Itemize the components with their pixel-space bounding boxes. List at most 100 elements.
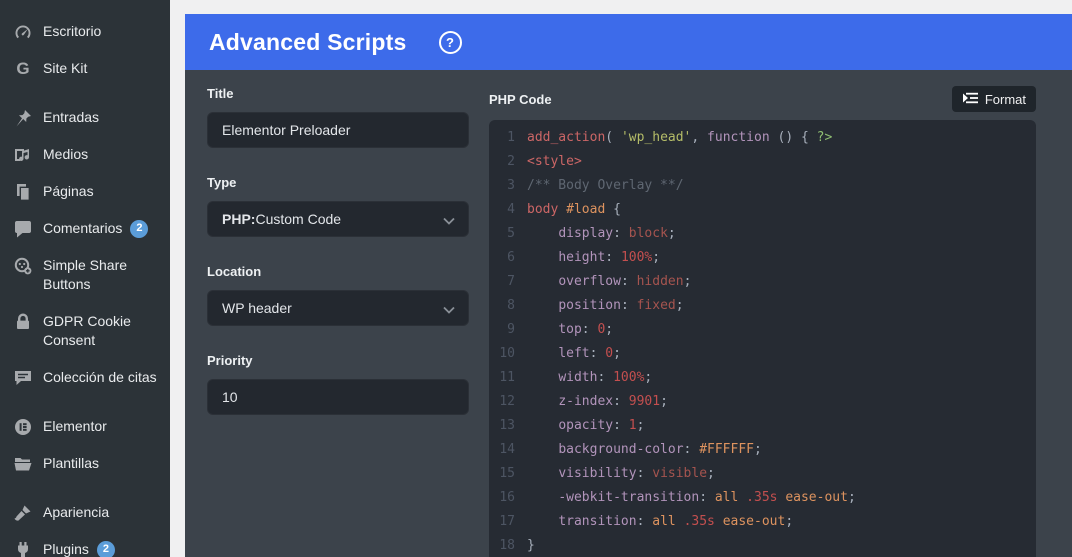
script-settings-form: Title Type PHP: Custom Code Location WP … <box>207 86 469 557</box>
php-code-label: PHP Code <box>489 91 552 107</box>
code-line: 14 background-color: #FFFFFF; <box>489 438 1036 462</box>
page-title: Advanced Scripts <box>209 28 407 55</box>
line-number: 2 <box>507 154 515 169</box>
code-line-content: z-index: 9901; <box>558 394 668 409</box>
panel-header: Advanced Scripts ? <box>185 14 1072 70</box>
line-number: 15 <box>499 466 515 481</box>
pages-icon <box>13 182 33 201</box>
plug-icon <box>13 540 33 557</box>
priority-input[interactable] <box>207 379 469 415</box>
sidebar-item-plugins[interactable]: Plugins 2 <box>0 531 170 557</box>
sidebar-item-medios[interactable]: Medios <box>0 136 170 173</box>
code-line-content: transition: all .35s ease-out; <box>558 514 794 529</box>
code-line-content: } <box>527 538 535 553</box>
line-number: 14 <box>499 442 515 457</box>
location-select[interactable]: WP header <box>207 290 469 326</box>
media-icon <box>13 145 33 164</box>
line-number: 11 <box>499 370 515 385</box>
priority-label: Priority <box>207 353 253 368</box>
sidebar-item-plantillas[interactable]: Plantillas <box>0 445 170 482</box>
code-section: PHP Code Format 1 add_action( 'wp_head', … <box>489 86 1036 557</box>
title-label: Title <box>207 86 234 101</box>
count-badge: 2 <box>130 219 149 238</box>
advanced-scripts-panel: Advanced Scripts ? Title Type PHP: Custo… <box>185 14 1072 557</box>
code-line: 1 add_action( 'wp_head', function () { ?> <box>489 126 1036 150</box>
sidebar-item-comentarios[interactable]: Comentarios 2 <box>0 210 170 247</box>
sidebar-item-coleccion-de-citas[interactable]: Colección de citas <box>0 359 170 396</box>
admin-sidebar: Escritorio G Site Kit Entradas Medios Páginas… <box>0 0 170 557</box>
share-icon <box>13 256 33 275</box>
sidebar-item-label: Entradas <box>43 109 100 125</box>
editor-header: PHP Code Format <box>489 86 1036 112</box>
sidebar-item-label: Apariencia <box>43 504 110 520</box>
dashboard-icon <box>13 22 33 41</box>
code-line-content: -webkit-transition: all .35s ease-out; <box>558 490 856 505</box>
location-value: WP header <box>222 300 292 316</box>
google-g-icon: G <box>16 59 30 78</box>
code-line: 18} <box>489 534 1036 557</box>
code-line: 17 transition: all .35s ease-out; <box>489 510 1036 534</box>
code-editor[interactable]: 1 add_action( 'wp_head', function () { ?>… <box>489 120 1036 557</box>
folder-icon <box>13 454 33 473</box>
sidebar-item-paginas[interactable]: Páginas <box>0 173 170 210</box>
sidebar-item-escritorio[interactable]: Escritorio <box>0 13 170 50</box>
sidebar-item-apariencia[interactable]: Apariencia <box>0 494 170 531</box>
sidebar-item-label: Escritorio <box>43 23 102 39</box>
type-value: Custom Code <box>255 211 342 227</box>
sidebar-item-label: Simple Share Buttons <box>43 257 128 292</box>
line-number: 16 <box>499 490 515 505</box>
chevron-down-icon <box>442 303 456 319</box>
count-badge: 2 <box>96 540 115 557</box>
panel-body: Title Type PHP: Custom Code Location WP … <box>185 70 1072 557</box>
location-label: Location <box>207 264 262 279</box>
sidebar-item-label: Plantillas <box>43 455 100 471</box>
sidebar-item-label: Medios <box>43 146 89 162</box>
sidebar-item-label: Comentarios <box>43 220 123 236</box>
sidebar-item-elementor[interactable]: Elementor <box>0 408 170 445</box>
sidebar-item-label: GDPR Cookie Consent <box>43 313 131 348</box>
line-number: 10 <box>499 346 515 361</box>
line-number: 4 <box>507 202 515 217</box>
code-line-content: background-color: #FFFFFF; <box>558 442 762 457</box>
sidebar-item-site-kit[interactable]: G Site Kit <box>0 50 170 87</box>
code-line: 5 display: block; <box>489 222 1036 246</box>
code-line-content: body #load { <box>527 202 621 217</box>
title-input[interactable] <box>207 112 469 148</box>
code-line: 12 z-index: 9901; <box>489 390 1036 414</box>
line-number: 13 <box>499 418 515 433</box>
sidebar-item-label: Colección de citas <box>43 369 157 385</box>
type-label: Type <box>207 175 237 190</box>
format-icon <box>962 92 978 107</box>
chevron-down-icon <box>442 214 456 230</box>
brush-icon <box>13 503 33 522</box>
line-number: 6 <box>507 250 515 265</box>
sidebar-item-simple-share-buttons[interactable]: Simple Share Buttons <box>0 247 170 303</box>
code-line-content: position: fixed; <box>558 298 684 313</box>
line-number: 5 <box>507 226 515 241</box>
line-number: 18 <box>499 538 515 553</box>
format-button-label: Format <box>984 91 1026 107</box>
code-line: 11 width: 100%; <box>489 366 1036 390</box>
line-number: 3 <box>507 178 515 193</box>
sidebar-item-label: Páginas <box>43 183 94 199</box>
type-select[interactable]: PHP: Custom Code <box>207 201 469 237</box>
sidebar-item-gdpr-cookie-consent[interactable]: GDPR Cookie Consent <box>0 303 170 359</box>
sidebar-item-label: Elementor <box>43 418 107 434</box>
help-icon[interactable]: ? <box>438 30 462 54</box>
sidebar-item-entradas[interactable]: Entradas <box>0 99 170 136</box>
code-line-content: add_action( 'wp_head', function () { ?> <box>527 130 833 145</box>
type-value-prefix: PHP: <box>222 211 256 227</box>
line-number: 12 <box>499 394 515 409</box>
sidebar-item-label: Plugins <box>43 541 89 557</box>
elementor-icon <box>13 417 33 436</box>
line-number: 1 <box>507 130 515 145</box>
code-line-content: left: 0; <box>558 346 621 361</box>
format-button[interactable]: Format <box>951 86 1036 112</box>
comments-icon <box>13 219 33 238</box>
line-number: 8 <box>507 298 515 313</box>
code-line: 15 visibility: visible; <box>489 462 1036 486</box>
code-line-content: height: 100%; <box>558 250 661 265</box>
code-line-content: width: 100%; <box>558 370 653 385</box>
sidebar-item-label: Site Kit <box>43 60 88 76</box>
quotes-icon <box>13 368 33 387</box>
